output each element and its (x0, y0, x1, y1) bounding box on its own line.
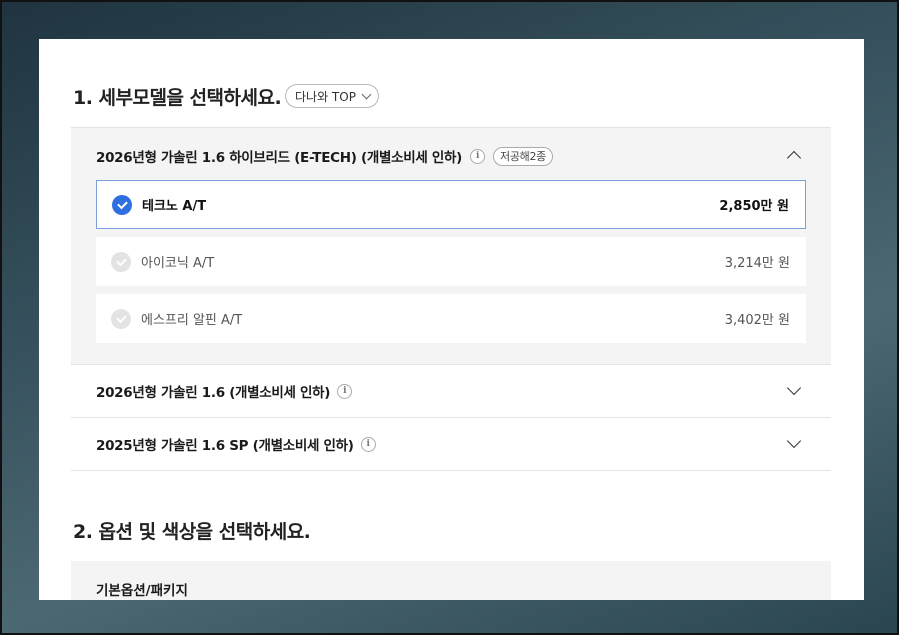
trim-option-esprit-alpine[interactable]: 에스프리 알핀 A/T 3,402만 원 (96, 294, 806, 343)
chevron-down-icon[interactable] (786, 433, 802, 449)
option-price: 2,850만 원 (719, 199, 789, 214)
chevron-up-icon[interactable] (786, 150, 802, 166)
check-circle-icon (111, 251, 131, 272)
background-frame: 1. 세부모델을 선택하세요. 다나와 TOP 2026년형 가솔린 1.6 하… (0, 0, 899, 635)
trim-group-collapsed[interactable]: 2026년형 가솔린 1.6 (개별소비세 인하) i (71, 365, 831, 418)
info-icon[interactable]: i (337, 383, 353, 399)
trim-option-iconic[interactable]: 아이코닉 A/T 3,214만 원 (96, 237, 806, 286)
info-icon[interactable]: i (360, 436, 376, 452)
trim-accordion: 2026년형 가솔린 1.6 하이브리드 (E-TECH) (개별소비세 인하)… (71, 127, 831, 471)
option-price: 3,402만 원 (724, 313, 790, 328)
package-label: 기본옵션/패키지 (96, 583, 188, 599)
trim-group-collapsed[interactable]: 2025년형 가솔린 1.6 SP (개별소비세 인하) i (71, 418, 831, 471)
model-selection-panel: 1. 세부모델을 선택하세요. 다나와 TOP 2026년형 가솔린 1.6 하… (39, 39, 864, 600)
danawa-top-dropdown[interactable]: 다나와 TOP (285, 84, 379, 108)
option-name: 에스프리 알핀 A/T (141, 313, 243, 328)
trim-title: 2026년형 가솔린 1.6 하이브리드 (E-TECH) (개별소비세 인하) (96, 150, 462, 166)
info-icon[interactable]: i (470, 148, 485, 164)
trim-header[interactable]: 2026년형 가솔린 1.6 하이브리드 (E-TECH) (개별소비세 인하)… (96, 146, 553, 166)
danawa-top-label: 다나와 TOP (295, 89, 356, 104)
option-name: 아이코닉 A/T (141, 256, 215, 271)
option-price: 3,214만 원 (724, 256, 790, 271)
package-section: 기본옵션/패키지 (71, 561, 831, 600)
option-name: 테크노 A/T (142, 199, 207, 214)
trim-option-technno[interactable]: 테크노 A/T 2,850만 원 (96, 180, 806, 229)
trim-title: 2026년형 가솔린 1.6 (개별소비세 인하) (96, 385, 331, 401)
section2-title: 2. 옵션 및 색상을 선택하세요. (73, 521, 311, 543)
trim-title: 2025년형 가솔린 1.6 SP (개별소비세 인하) (96, 438, 354, 454)
chevron-down-icon[interactable] (786, 380, 802, 396)
check-circle-icon (112, 194, 132, 215)
emission-tag: 저공해2종 (493, 146, 553, 166)
section1-title: 1. 세부모델을 선택하세요. (73, 87, 282, 109)
trim-group-expanded: 2026년형 가솔린 1.6 하이브리드 (E-TECH) (개별소비세 인하)… (71, 127, 831, 365)
check-circle-icon (111, 308, 131, 329)
chevron-down-icon (361, 89, 372, 99)
